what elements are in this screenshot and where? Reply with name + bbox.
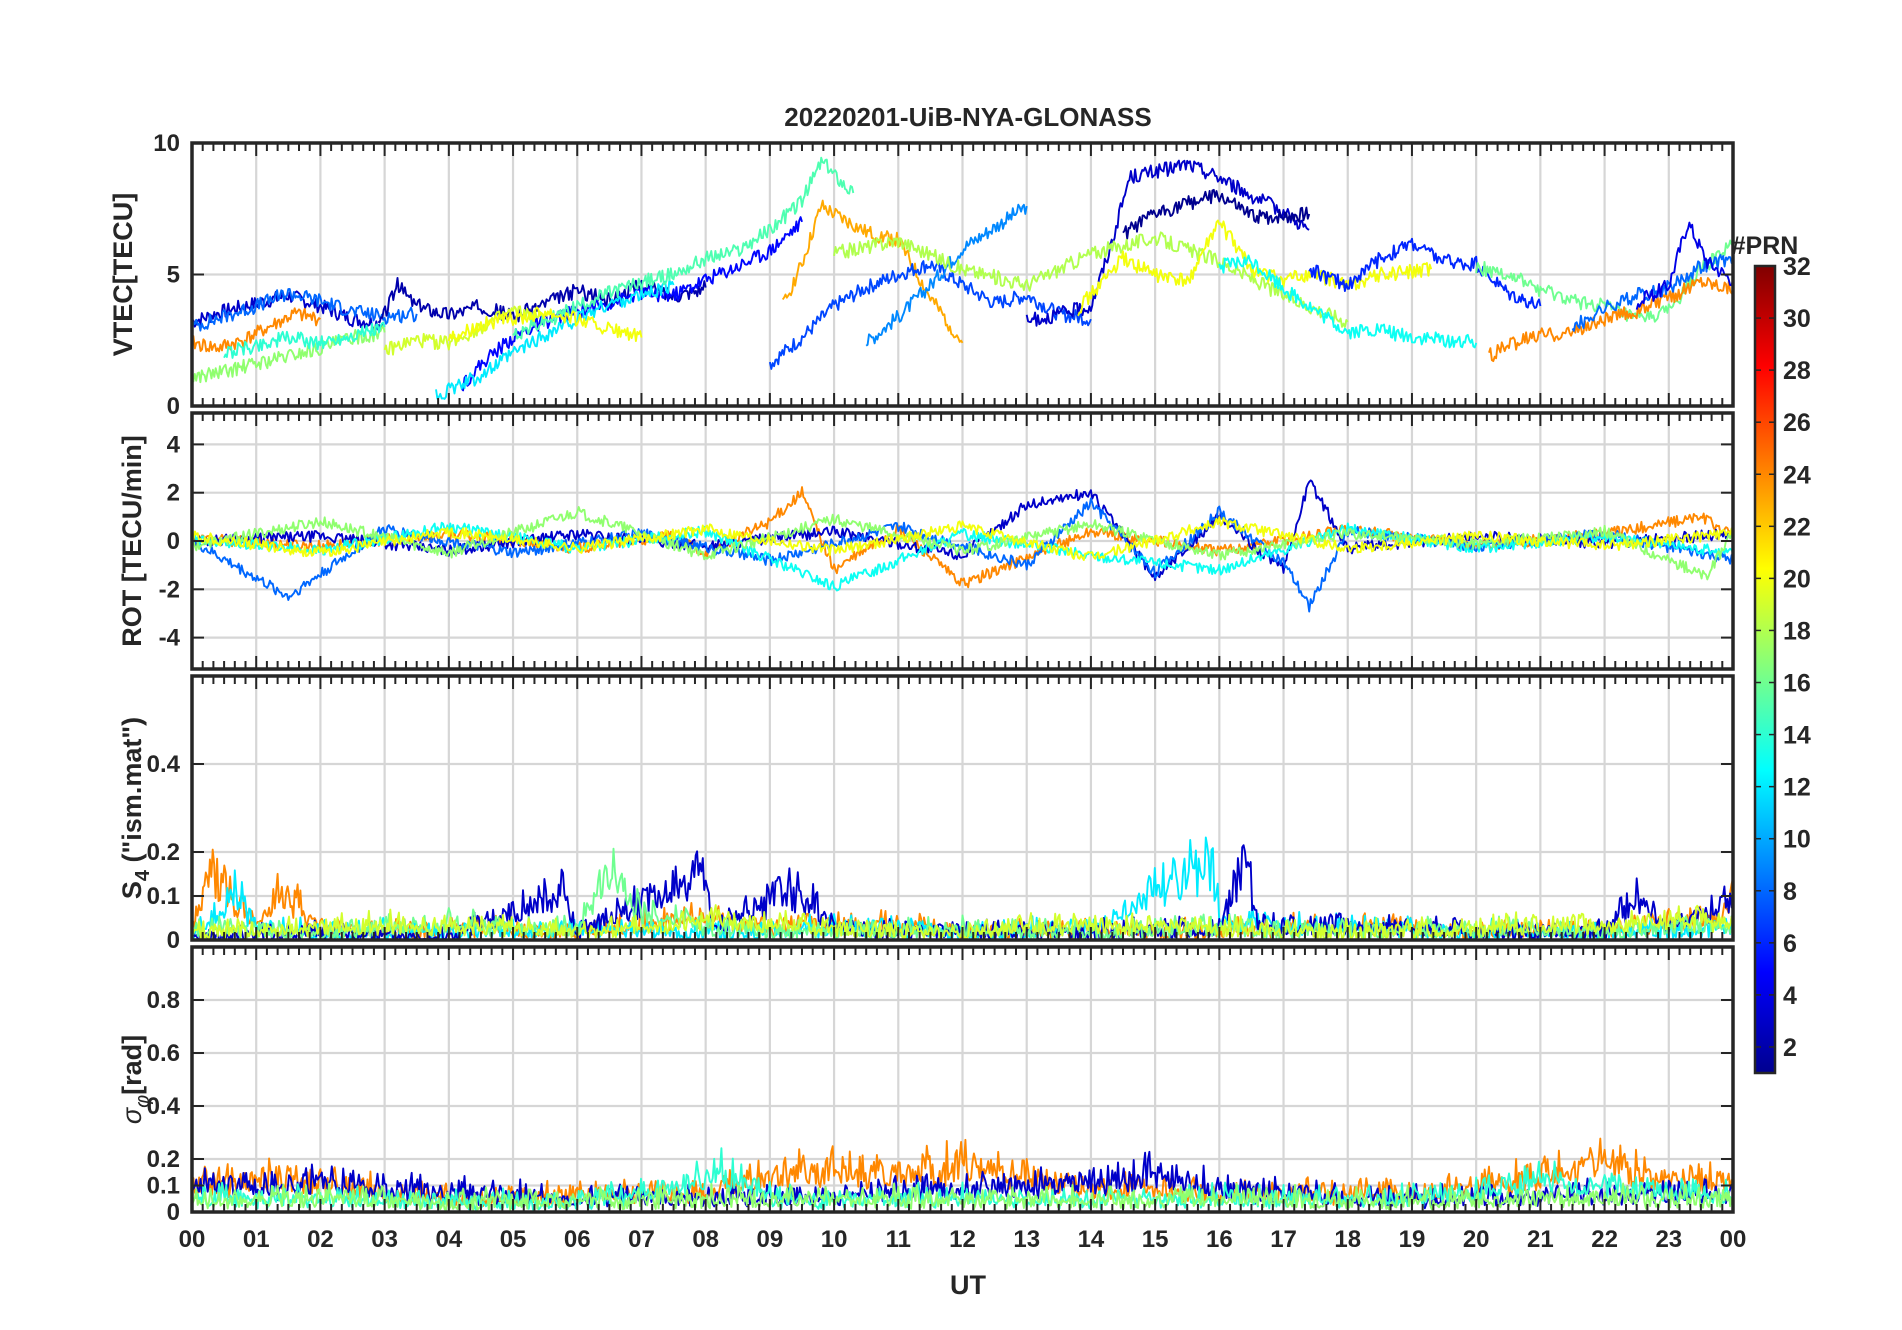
ytick-label: 0 <box>167 393 180 420</box>
ytick-label: 0.1 <box>147 1173 180 1200</box>
ytick-label: 0.8 <box>147 987 180 1014</box>
colorbar-tick-label: 4 <box>1783 982 1797 1010</box>
ytick-label: 0.2 <box>147 1146 180 1173</box>
colorbar-tick-label: 6 <box>1783 930 1797 958</box>
xtick-label: 14 <box>1078 1226 1105 1253</box>
ytick-label: 5 <box>167 262 180 289</box>
panel-ROT: -4 -2 0 2 4 ROT [TECU/min] <box>117 411 1735 671</box>
ytick-label: 10 <box>153 130 180 157</box>
xtick-label: 08 <box>692 1226 719 1253</box>
xtick-label: 02 <box>307 1226 334 1253</box>
colorbar-tick-label: 30 <box>1783 305 1811 333</box>
xtick-label: 11 <box>886 1226 911 1253</box>
xtick-label: 12 <box>949 1226 976 1253</box>
colorbar-tick-label: 26 <box>1783 409 1811 437</box>
xtick-label: 13 <box>1013 1226 1040 1253</box>
xtick-label: 23 <box>1655 1226 1682 1253</box>
xtick-label: 22 <box>1591 1226 1618 1253</box>
figure-title: 20220201-UiB-NYA-GLONASS <box>784 102 1152 132</box>
panel-S4: 0 0.1 0.2 0.4S4 ("ism.mat") <box>117 674 1735 954</box>
xtick-label: 21 <box>1527 1226 1554 1253</box>
colorbar-gradient <box>1753 264 1777 1075</box>
colorbar-tick-label: 18 <box>1783 617 1811 645</box>
colorbar-tick-label: 16 <box>1783 670 1811 698</box>
y-axis-label: S4 ("ism.mat") <box>117 717 154 899</box>
ytick-label: -4 <box>159 625 181 652</box>
y-axis-label: ROT [TECU/min] <box>117 435 147 646</box>
xtick-label: 07 <box>628 1226 655 1253</box>
xtick-label: 19 <box>1399 1226 1426 1253</box>
colorbar-tick-label: 10 <box>1783 826 1811 854</box>
xtick-label: 06 <box>564 1226 591 1253</box>
xtick-label: 00 <box>179 1226 206 1253</box>
xtick-label: 16 <box>1206 1226 1233 1253</box>
xtick-label: 09 <box>757 1226 784 1253</box>
ytick-label: 0.4 <box>147 751 181 778</box>
xtick-label: 03 <box>371 1226 398 1253</box>
panel-sigma_phi: 00.10.20.40.60.8σφ[rad]00 01 02 03 04 05 06 07 0… <box>117 945 1747 1253</box>
figure-canvas: 20220201-UiB-NYA-GLONASS 0510VTEC[TECU]-… <box>108 102 1811 1300</box>
ytick-label: 0 <box>167 927 180 954</box>
ytick-label: 4 <box>167 431 181 458</box>
xtick-label: 15 <box>1142 1226 1169 1253</box>
ytick-label: 0 <box>167 528 180 555</box>
colorbar: #PRN2468101214161820222426283032 <box>1732 232 1811 1075</box>
colorbar-tick-label: 14 <box>1783 722 1811 750</box>
y-axis-label: VTEC[TECU] <box>108 193 138 357</box>
x-axis-label: UT <box>950 1270 986 1300</box>
panels: 0510VTEC[TECU]-4-2024ROT [TECU/min]00.10… <box>108 130 1746 1253</box>
xtick-label: 05 <box>500 1226 527 1253</box>
ytick-label: 0 <box>167 1199 180 1226</box>
xtick-label: 18 <box>1334 1226 1361 1253</box>
colorbar-tick-label: 22 <box>1783 513 1811 541</box>
xtick-label: 17 <box>1270 1226 1297 1253</box>
ytick-label: 0.6 <box>147 1040 180 1067</box>
ytick-label: 2 <box>167 480 180 507</box>
xtick-label: 10 <box>821 1226 848 1253</box>
xtick-label: 01 <box>243 1226 270 1253</box>
colorbar-tick-label: 20 <box>1783 565 1811 593</box>
colorbar-tick-label: 12 <box>1783 774 1811 802</box>
colorbar-tick-label: 2 <box>1783 1034 1797 1062</box>
xtick-label: 00 <box>1720 1226 1747 1253</box>
ytick-label: -2 <box>159 576 180 603</box>
panel-VTEC: 0 5 10 VTEC[TECU] <box>108 130 1735 420</box>
xtick-label: 04 <box>435 1226 462 1253</box>
colorbar-tick-label: 28 <box>1783 357 1811 385</box>
colorbar-tick-label: 24 <box>1783 461 1811 489</box>
ytick-label: 0.2 <box>147 839 180 866</box>
colorbar-tick-label: 8 <box>1783 878 1797 906</box>
ytick-label: 0.1 <box>147 883 180 910</box>
colorbar-tick-label: 32 <box>1783 253 1811 281</box>
xtick-label: 20 <box>1463 1226 1490 1253</box>
